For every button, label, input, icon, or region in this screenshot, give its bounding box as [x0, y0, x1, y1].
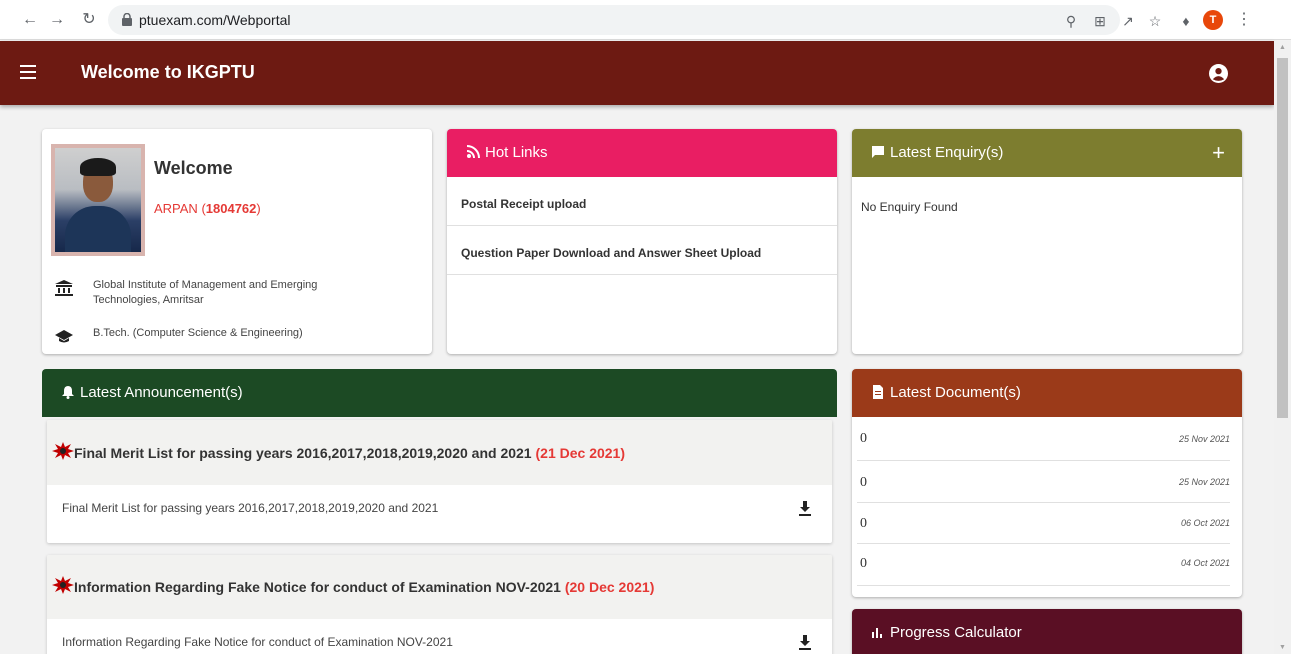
rss-icon — [466, 145, 480, 159]
announcement-title: Information Regarding Fake Notice for co… — [74, 579, 561, 595]
documents-header: Latest Document(s) — [852, 369, 1242, 417]
announcement-body: Information Regarding Fake Notice for co… — [47, 619, 832, 654]
scrollbar-thumb[interactable] — [1277, 58, 1288, 418]
document-date: 06 Oct 2021 — [1180, 518, 1230, 528]
new-burst-icon — [52, 576, 74, 594]
graduation-cap-icon — [55, 330, 73, 343]
hot-links-header: Hot Links — [447, 129, 837, 177]
scroll-down-arrow-icon[interactable]: ▼ — [1278, 644, 1287, 651]
announcements-title: Latest Announcement(s) — [80, 384, 243, 401]
progress-calculator-card[interactable]: Progress Calculator — [852, 609, 1242, 654]
enquiry-header: Latest Enquiry(s) + — [852, 129, 1242, 177]
download-icon[interactable] — [799, 635, 811, 651]
document-title: 0 — [860, 475, 867, 490]
institute-name: Global Institute of Management and Emerg… — [93, 279, 318, 306]
announcement-date: (21 Dec 2021) — [535, 445, 626, 461]
document-row[interactable]: 0 04 Oct 2021 — [857, 544, 1230, 586]
hot-links-card: Hot Links Postal Receipt upload Question… — [447, 129, 837, 354]
star-bookmark-icon[interactable]: ☆ — [1145, 12, 1165, 30]
announcement-heading[interactable]: Information Regarding Fake Notice for co… — [47, 555, 832, 619]
announcement-body: Final Merit List for passing years 2016,… — [47, 485, 832, 543]
address-bar[interactable]: ptuexam.com/Webportal — [108, 5, 1120, 35]
announcement-item: Information Regarding Fake Notice for co… — [47, 555, 832, 654]
forward-arrow-icon[interactable]: → — [47, 10, 67, 30]
document-row[interactable]: 0 25 Nov 2021 — [857, 461, 1230, 503]
institution-icon — [55, 280, 73, 296]
document-date: 04 Oct 2021 — [1180, 558, 1230, 568]
extensions-puzzle-icon[interactable]: ♦ — [1176, 12, 1196, 30]
announcement-date: (20 Dec 2021) — [564, 579, 655, 595]
document-date: 25 Nov 2021 — [1178, 477, 1230, 487]
browser-profile-avatar[interactable]: T — [1203, 10, 1223, 30]
announcement-text: Final Merit List for passing years 2016,… — [62, 501, 439, 515]
bell-icon — [62, 386, 74, 399]
browser-menu-icon[interactable]: ⋮ — [1236, 10, 1252, 30]
documents-card: Latest Document(s) 0 25 Nov 2021 0 25 No… — [852, 369, 1242, 597]
reload-icon[interactable]: ↻ — [79, 10, 99, 30]
hamburger-menu-icon[interactable] — [20, 65, 36, 79]
document-row[interactable]: 0 25 Nov 2021 — [857, 419, 1230, 461]
announcement-heading[interactable]: Final Merit List for passing years 2016,… — [47, 420, 832, 485]
documents-title: Latest Document(s) — [890, 384, 1021, 401]
roll-number: 1804762 — [205, 201, 257, 216]
page-scrollbar[interactable]: ▲ ▼ — [1274, 41, 1291, 654]
hot-link-item[interactable]: Question Paper Download and Answer Sheet… — [447, 226, 837, 275]
share-icon[interactable]: ↗ — [1118, 12, 1138, 30]
document-row[interactable]: 0 06 Oct 2021 — [857, 502, 1230, 544]
welcome-card: Welcome ARPAN (1804762) Global Institute… — [42, 129, 432, 354]
comment-icon — [872, 146, 884, 158]
key-icon[interactable]: ⚲ — [1061, 12, 1081, 30]
enquiry-empty-text: No Enquiry Found — [861, 200, 958, 214]
document-title: 0 — [860, 431, 867, 446]
document-title: 0 — [860, 516, 867, 531]
announcement-item: Final Merit List for passing years 2016,… — [47, 420, 832, 543]
hot-links-title: Hot Links — [485, 144, 548, 161]
install-app-icon[interactable]: ⊞ — [1090, 12, 1110, 30]
welcome-heading: Welcome — [154, 158, 233, 178]
student-name-roll: ARPAN (1804762) — [154, 201, 261, 216]
announcement-text: Information Regarding Fake Notice for co… — [62, 635, 453, 649]
course-name: B.Tech. (Computer Science & Engineering) — [93, 327, 303, 339]
browser-toolbar: ← → ↻ ptuexam.com/Webportal ⚲ ⊞ ↗ ☆ ♦ T … — [0, 0, 1291, 40]
new-burst-icon — [52, 442, 74, 460]
enquiry-title: Latest Enquiry(s) — [890, 144, 1004, 161]
student-name: ARPAN — [154, 201, 198, 216]
user-account-icon[interactable] — [1209, 64, 1228, 83]
download-icon[interactable] — [799, 501, 811, 517]
file-icon — [873, 385, 883, 399]
student-photo — [51, 144, 145, 256]
url-text: ptuexam.com/Webportal — [139, 12, 291, 28]
enquiry-card: Latest Enquiry(s) + No Enquiry Found — [852, 129, 1242, 354]
progress-calculator-title: Progress Calculator — [890, 624, 1022, 641]
document-title: 0 — [860, 556, 867, 571]
announcements-header: Latest Announcement(s) — [42, 369, 837, 417]
bar-chart-icon — [872, 628, 882, 638]
scroll-up-arrow-icon[interactable]: ▲ — [1278, 44, 1287, 51]
lock-icon — [122, 13, 132, 26]
announcements-card: Latest Announcement(s) Final Merit List … — [42, 369, 837, 654]
announcement-title: Final Merit List for passing years 2016,… — [74, 445, 532, 461]
document-date: 25 Nov 2021 — [1178, 434, 1230, 444]
app-header: Welcome to IKGPTU — [0, 41, 1274, 105]
back-arrow-icon[interactable]: ← — [20, 10, 40, 30]
page-title: Welcome to IKGPTU — [81, 62, 255, 82]
add-enquiry-button[interactable]: + — [1212, 140, 1225, 166]
hot-link-item[interactable]: Postal Receipt upload — [447, 177, 837, 226]
progress-calculator-header: Progress Calculator — [852, 609, 1242, 654]
